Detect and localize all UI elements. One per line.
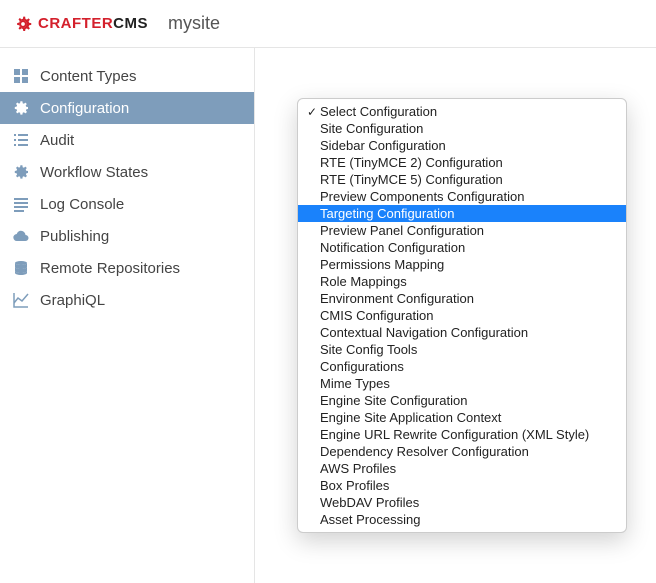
sidebar-item-label: Configuration (40, 100, 129, 117)
dropdown-option[interactable]: Targeting Configuration (298, 205, 626, 222)
sidebar-item-workflow-states[interactable]: Workflow States (0, 156, 254, 188)
sidebar-item-label: Content Types (40, 68, 136, 85)
dropdown-option-label: Configurations (320, 359, 618, 374)
sidebar-item-log-console[interactable]: Log Console (0, 188, 254, 220)
dropdown-option-label: Box Profiles (320, 478, 618, 493)
logo[interactable]: CRAFTERCMS (12, 13, 148, 35)
sidebar-item-label: Workflow States (40, 164, 148, 181)
dropdown-option-label: Role Mappings (320, 274, 618, 289)
dropdown-option-label: Permissions Mapping (320, 257, 618, 272)
sidebar-item-label: Publishing (40, 228, 109, 245)
dropdown-option-label: WebDAV Profiles (320, 495, 618, 510)
dropdown-option[interactable]: Engine Site Configuration (298, 392, 626, 409)
dropdown-option[interactable]: Notification Configuration (298, 239, 626, 256)
sidebar-item-publishing[interactable]: Publishing (0, 220, 254, 252)
dropdown-option[interactable]: Preview Components Configuration (298, 188, 626, 205)
dropdown-option[interactable]: Site Configuration (298, 120, 626, 137)
header: CRAFTERCMS mysite (0, 0, 656, 48)
dropdown-option-label: Dependency Resolver Configuration (320, 444, 618, 459)
dropdown-option[interactable]: WebDAV Profiles (298, 494, 626, 511)
dropdown-option-label: Site Configuration (320, 121, 618, 136)
dropdown-option-label: RTE (TinyMCE 2) Configuration (320, 155, 618, 170)
dropdown-option[interactable]: RTE (TinyMCE 5) Configuration (298, 171, 626, 188)
gear-icon (12, 163, 30, 181)
configuration-dropdown[interactable]: ✓Select ConfigurationSite ConfigurationS… (297, 98, 627, 533)
sidebar-item-remote-repositories[interactable]: Remote Repositories (0, 252, 254, 284)
database-icon (12, 259, 30, 277)
dropdown-option-label: Engine Site Application Context (320, 410, 618, 425)
dropdown-option-label: Targeting Configuration (320, 206, 618, 221)
list-icon (12, 131, 30, 149)
dropdown-option-label: Environment Configuration (320, 291, 618, 306)
logo-text: CRAFTERCMS (38, 15, 148, 32)
dropdown-option-label: RTE (TinyMCE 5) Configuration (320, 172, 618, 187)
dropdown-option[interactable]: Engine URL Rewrite Configuration (XML St… (298, 426, 626, 443)
sidebar: Content Types Configuration Audit Workflow … (0, 48, 255, 583)
dropdown-option[interactable]: Contextual Navigation Configuration (298, 324, 626, 341)
dropdown-option[interactable]: Environment Configuration (298, 290, 626, 307)
check-icon: ✓ (304, 105, 320, 119)
dropdown-option[interactable]: Preview Panel Configuration (298, 222, 626, 239)
dropdown-option[interactable]: Role Mappings (298, 273, 626, 290)
dropdown-option-label: Select Configuration (320, 104, 618, 119)
sidebar-item-label: GraphiQL (40, 292, 105, 309)
dropdown-option-label: CMIS Configuration (320, 308, 618, 323)
dropdown-option-label: Engine Site Configuration (320, 393, 618, 408)
sidebar-item-label: Remote Repositories (40, 260, 180, 277)
dropdown-option[interactable]: Sidebar Configuration (298, 137, 626, 154)
dropdown-option[interactable]: Site Config Tools (298, 341, 626, 358)
site-name: mysite (168, 13, 220, 34)
gear-icon (12, 99, 30, 117)
cloud-icon (12, 227, 30, 245)
dropdown-option[interactable]: Mime Types (298, 375, 626, 392)
sidebar-item-graphiql[interactable]: GraphiQL (0, 284, 254, 316)
dropdown-option-label: Notification Configuration (320, 240, 618, 255)
dropdown-option-label: AWS Profiles (320, 461, 618, 476)
sidebar-item-label: Log Console (40, 196, 124, 213)
sidebar-item-label: Audit (40, 132, 74, 149)
dropdown-option[interactable]: Permissions Mapping (298, 256, 626, 273)
dropdown-option-label: Preview Components Configuration (320, 189, 618, 204)
sidebar-item-configuration[interactable]: Configuration (0, 92, 254, 124)
dropdown-option-label: Sidebar Configuration (320, 138, 618, 153)
logo-gear-icon (12, 13, 34, 35)
chart-icon (12, 291, 30, 309)
dropdown-option[interactable]: ✓Select Configuration (298, 103, 626, 120)
lines-icon (12, 195, 30, 213)
grid-icon (12, 67, 30, 85)
dropdown-option-label: Contextual Navigation Configuration (320, 325, 618, 340)
dropdown-option-label: Preview Panel Configuration (320, 223, 618, 238)
sidebar-item-audit[interactable]: Audit (0, 124, 254, 156)
dropdown-option[interactable]: Engine Site Application Context (298, 409, 626, 426)
sidebar-item-content-types[interactable]: Content Types (0, 60, 254, 92)
dropdown-option[interactable]: RTE (TinyMCE 2) Configuration (298, 154, 626, 171)
dropdown-option-label: Engine URL Rewrite Configuration (XML St… (320, 427, 618, 442)
dropdown-option-label: Site Config Tools (320, 342, 618, 357)
dropdown-option[interactable]: CMIS Configuration (298, 307, 626, 324)
dropdown-option[interactable]: Asset Processing (298, 511, 626, 528)
dropdown-option[interactable]: Configurations (298, 358, 626, 375)
dropdown-option-label: Asset Processing (320, 512, 618, 527)
dropdown-option[interactable]: Box Profiles (298, 477, 626, 494)
main-area: ✓Select ConfigurationSite ConfigurationS… (255, 48, 656, 583)
dropdown-option-label: Mime Types (320, 376, 618, 391)
dropdown-option[interactable]: Dependency Resolver Configuration (298, 443, 626, 460)
dropdown-option[interactable]: AWS Profiles (298, 460, 626, 477)
